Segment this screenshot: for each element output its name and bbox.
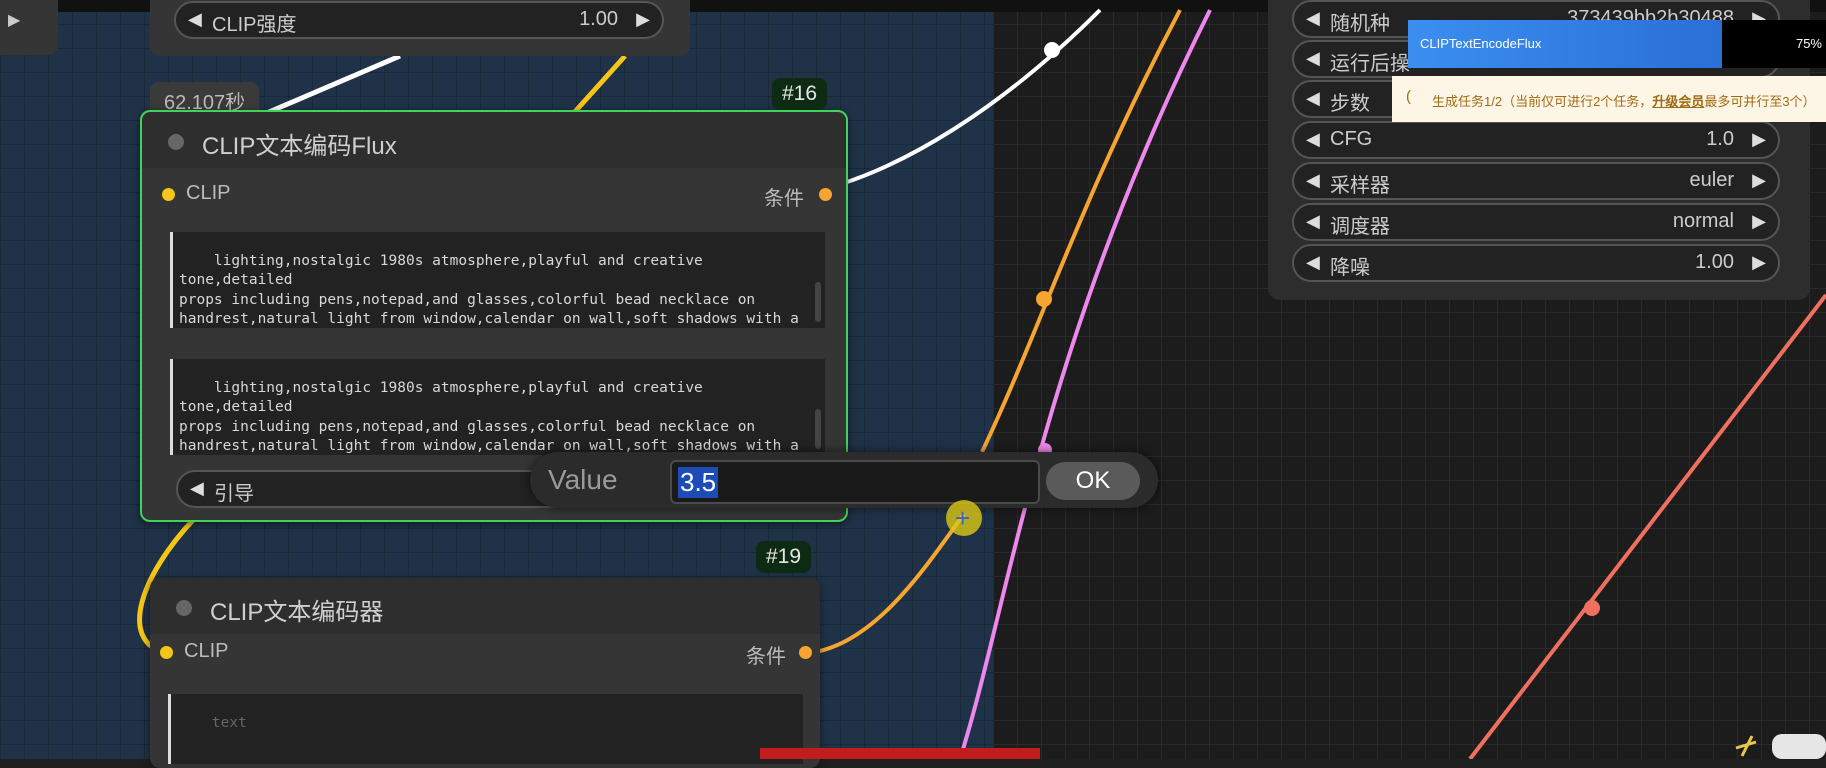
pink-link bbox=[958, 9, 1212, 759]
subtitle-overlay-fragment bbox=[760, 748, 1040, 759]
decrement-arrow-icon[interactable]: ◀ bbox=[1306, 170, 1320, 191]
value-label: Value bbox=[548, 464, 618, 495]
decrement-arrow-icon[interactable]: ◀ bbox=[1306, 88, 1320, 109]
clip-l-text-area[interactable]: lighting,nostalgic 1980s atmosphere,play… bbox=[170, 232, 825, 328]
clip-link-top bbox=[570, 54, 627, 117]
offscreen-node-edge[interactable]: ▶ bbox=[0, 0, 58, 55]
sampler-widget[interactable]: ◀ CFG 1.0 ▶ bbox=[1292, 121, 1780, 159]
mouse-cursor-highlight: + bbox=[946, 500, 982, 536]
text-area[interactable]: text bbox=[168, 694, 803, 764]
text-placeholder: text bbox=[211, 714, 247, 731]
increment-arrow-icon[interactable]: ▶ bbox=[1752, 129, 1766, 150]
progress-node-name: CLIPTextEncodeFlux bbox=[1420, 36, 1542, 51]
cond-link-a bbox=[980, 9, 1182, 453]
increment-arrow-icon[interactable]: ▶ bbox=[1752, 252, 1766, 273]
t5xxl-text-area[interactable]: lighting,nostalgic 1980s atmosphere,play… bbox=[170, 359, 825, 455]
conditioning-output-label: 条件 bbox=[746, 646, 786, 668]
ok-button[interactable]: OK bbox=[1046, 462, 1140, 500]
collapse-dot-icon[interactable] bbox=[168, 134, 184, 150]
node-title-bar[interactable]: CLIP文本编码器 bbox=[150, 578, 820, 634]
value-prompt-dialog: Value 3.5 OK bbox=[530, 452, 1158, 508]
clip-input-slot[interactable] bbox=[160, 646, 173, 659]
edge-arrow: ▶ bbox=[8, 12, 21, 29]
guidance-widget[interactable]: ◀ 引导 bbox=[176, 470, 580, 508]
clip-text-encode-node[interactable]: CLIP文本编码器 CLIP 条件 text bbox=[150, 578, 820, 768]
increment-arrow-icon[interactable]: ▶ bbox=[1752, 211, 1766, 232]
white-link bbox=[261, 53, 401, 118]
node-title-bar[interactable]: CLIP文本编码Flux bbox=[142, 112, 846, 168]
decrement-arrow-icon[interactable]: ◀ bbox=[1306, 211, 1320, 232]
decrement-arrow-icon[interactable]: ◀ bbox=[1306, 8, 1320, 29]
increment-arrow-icon[interactable]: ▶ bbox=[1752, 170, 1766, 191]
conditioning-output-label: 条件 bbox=[764, 188, 804, 210]
salmon-link bbox=[1468, 293, 1826, 759]
node-id-badge: #19 bbox=[756, 541, 812, 573]
widget-label: 降噪 bbox=[1330, 257, 1370, 279]
conditioning-output-slot[interactable] bbox=[799, 646, 812, 659]
cond-link-b bbox=[814, 512, 966, 654]
value-input[interactable]: 3.5 bbox=[670, 460, 1040, 504]
widget-label: 采样器 bbox=[1330, 175, 1390, 197]
widget-label: 调度器 bbox=[1330, 216, 1390, 238]
widget-value: 1.00 bbox=[1695, 251, 1734, 273]
t5xxl-text: lighting,nostalgic 1980s atmosphere,play… bbox=[179, 379, 799, 455]
decrement-arrow-icon[interactable]: ◀ bbox=[188, 9, 202, 30]
notice-text: 生成任务1/2（当前仅可进行2个任务，升级会员最多可并行至3个） bbox=[1432, 94, 1816, 109]
decrement-arrow-icon[interactable]: ◀ bbox=[1306, 129, 1320, 150]
clip-input-label: CLIP bbox=[184, 640, 229, 662]
decrement-arrow-icon[interactable]: ◀ bbox=[190, 478, 204, 499]
crosshair-cursor-icon: + bbox=[955, 503, 971, 533]
node-title: CLIP文本编码Flux bbox=[202, 133, 397, 160]
increment-arrow-icon[interactable]: ▶ bbox=[636, 9, 650, 30]
top-node[interactable]: ◀ CLIP强度 1.00 ▶ bbox=[150, 0, 690, 56]
clip-l-text: lighting,nostalgic 1980s atmosphere,play… bbox=[179, 252, 799, 328]
node-title: CLIP文本编码器 bbox=[210, 599, 384, 626]
widget-value: normal bbox=[1672, 210, 1734, 232]
task-notice: ( 生成任务1/2（当前仅可进行2个任务，升级会员最多可并行至3个） bbox=[1392, 76, 1826, 122]
sampler-widget[interactable]: ◀ 降噪 1.00 ▶ bbox=[1292, 244, 1780, 282]
widget-label: CLIP强度 bbox=[212, 14, 297, 36]
upgrade-member-link[interactable]: 升级会员 bbox=[1652, 94, 1704, 109]
widget-label: CFG bbox=[1330, 128, 1373, 150]
text-scrollbar[interactable] bbox=[815, 282, 821, 322]
node-id-badge: #16 bbox=[772, 78, 828, 110]
widget-label: 引导 bbox=[214, 483, 254, 505]
sampler-widget[interactable]: ◀ 调度器 normal ▶ bbox=[1292, 203, 1780, 241]
widget-value: euler bbox=[1689, 169, 1734, 191]
clip-input-slot[interactable] bbox=[162, 188, 175, 201]
corner-sparkle-icon bbox=[1735, 734, 1826, 759]
collapse-dot-icon[interactable] bbox=[176, 600, 192, 616]
widget-label: 步数 bbox=[1330, 93, 1370, 115]
widget-label: 随机种 bbox=[1330, 13, 1390, 35]
decrement-arrow-icon[interactable]: ◀ bbox=[1306, 48, 1320, 69]
salmon-link-reroute bbox=[1584, 600, 1600, 616]
white-link-reroute bbox=[1044, 42, 1060, 58]
sampler-widget[interactable]: ◀ 采样器 euler ▶ bbox=[1292, 162, 1780, 200]
value-input-text: 3.5 bbox=[678, 467, 719, 498]
progress-bar: CLIPTextEncodeFlux 75% bbox=[1408, 20, 1826, 68]
cond-link-reroute bbox=[1036, 291, 1052, 307]
widget-label: 运行后操 bbox=[1330, 53, 1410, 75]
clip-input-label: CLIP bbox=[186, 182, 231, 204]
progress-percent: 75% bbox=[1795, 36, 1822, 51]
widget-value: 1.0 bbox=[1706, 128, 1734, 150]
white-link-out bbox=[819, 8, 1102, 192]
loading-spinner-icon: ( bbox=[1406, 88, 1411, 105]
clip-strength-widget[interactable]: ◀ CLIP强度 1.00 ▶ bbox=[174, 1, 664, 39]
decrement-arrow-icon[interactable]: ◀ bbox=[1306, 252, 1320, 273]
conditioning-output-slot[interactable] bbox=[819, 188, 832, 201]
widget-value: 1.00 bbox=[579, 8, 618, 30]
text-scrollbar[interactable] bbox=[815, 409, 821, 449]
